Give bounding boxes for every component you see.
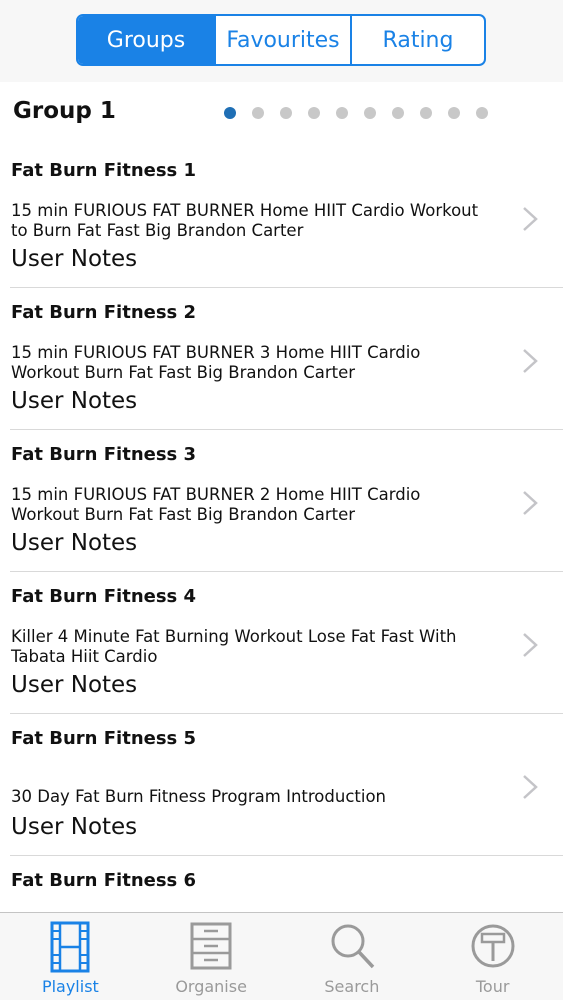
item-description: 15 min FURIOUS FAT BURNER 3 Home HIIT Ca…	[11, 343, 421, 382]
list-item[interactable]: Fat Burn Fitness 5 30 Day Fat Burn Fitne…	[10, 714, 563, 856]
group-title: Group 1	[13, 98, 116, 124]
item-user-notes[interactable]: User Notes	[11, 246, 137, 272]
item-description: 15 min FURIOUS FAT BURNER Home HIIT Card…	[11, 201, 479, 240]
item-user-notes[interactable]: User Notes	[11, 814, 137, 840]
tab-label: Tour	[475, 977, 510, 996]
item-user-notes[interactable]: User Notes	[11, 388, 137, 414]
item-title: Fat Burn Fitness 1	[11, 160, 197, 181]
playlist-list[interactable]: Fat Burn Fitness 1 15 min FURIOUS FAT BU…	[0, 146, 563, 912]
item-description: 30 Day Fat Burn Fitness Program Introduc…	[11, 787, 387, 806]
list-item[interactable]: Fat Burn Fitness 6	[10, 856, 563, 912]
tab-label: Search	[324, 977, 380, 996]
page-dot[interactable]	[364, 107, 376, 119]
list-item[interactable]: Fat Burn Fitness 1 15 min FURIOUS FAT BU…	[10, 146, 563, 288]
film-strip-icon	[50, 921, 90, 973]
group-header: Group 1	[0, 82, 563, 146]
item-title: Fat Burn Fitness 5	[11, 728, 197, 749]
page-dot[interactable]	[336, 107, 348, 119]
chevron-right-icon	[523, 775, 538, 799]
segment-favourites[interactable]: Favourites	[214, 16, 350, 64]
item-description: Killer 4 Minute Fat Burning Workout Lose…	[11, 627, 457, 666]
magnifier-icon	[331, 924, 375, 969]
item-title: Fat Burn Fitness 3	[11, 444, 197, 465]
tab-search[interactable]: Search	[282, 913, 423, 1000]
item-title: Fat Burn Fitness 4	[11, 586, 197, 607]
page-dot[interactable]	[476, 107, 488, 119]
page-dot[interactable]	[308, 107, 320, 119]
segment-groups[interactable]: Groups	[78, 16, 214, 64]
chevron-right-icon	[523, 207, 538, 231]
tab-label: Playlist	[41, 977, 99, 996]
item-user-notes[interactable]: User Notes	[11, 672, 137, 698]
page-dot[interactable]	[420, 107, 432, 119]
page-dot[interactable]	[280, 107, 292, 119]
item-title: Fat Burn Fitness 6	[11, 870, 197, 891]
list-item[interactable]: Fat Burn Fitness 4 Killer 4 Minute Fat B…	[10, 572, 563, 714]
page-dot[interactable]	[448, 107, 460, 119]
page-dot[interactable]	[252, 107, 264, 119]
tab-playlist[interactable]: Playlist	[0, 913, 141, 1000]
tab-tour[interactable]: Tour	[422, 913, 563, 1000]
tab-bar: Playlist Organise Search Tour	[0, 912, 563, 1000]
page-dot[interactable]	[392, 107, 404, 119]
item-title: Fat Burn Fitness 2	[11, 302, 197, 323]
list-item[interactable]: Fat Burn Fitness 2 15 min FURIOUS FAT BU…	[10, 288, 563, 430]
chevron-right-icon	[523, 349, 538, 373]
tab-organise[interactable]: Organise	[141, 913, 282, 1000]
signpost-icon	[471, 924, 515, 968]
chevron-right-icon	[523, 633, 538, 657]
item-description: 15 min FURIOUS FAT BURNER 2 Home HIIT Ca…	[11, 485, 421, 524]
segmented-control: Groups Favourites Rating	[76, 14, 486, 66]
item-user-notes[interactable]: User Notes	[11, 530, 137, 556]
chevron-right-icon	[523, 491, 538, 515]
list-item[interactable]: Fat Burn Fitness 3 15 min FURIOUS FAT BU…	[10, 430, 563, 572]
cabinet-icon	[190, 922, 232, 970]
page-indicator[interactable]	[224, 107, 488, 119]
segment-rating[interactable]: Rating	[350, 16, 484, 64]
page-dot[interactable]	[224, 107, 236, 119]
top-bar: Groups Favourites Rating	[0, 0, 563, 82]
tab-label: Organise	[175, 977, 247, 996]
